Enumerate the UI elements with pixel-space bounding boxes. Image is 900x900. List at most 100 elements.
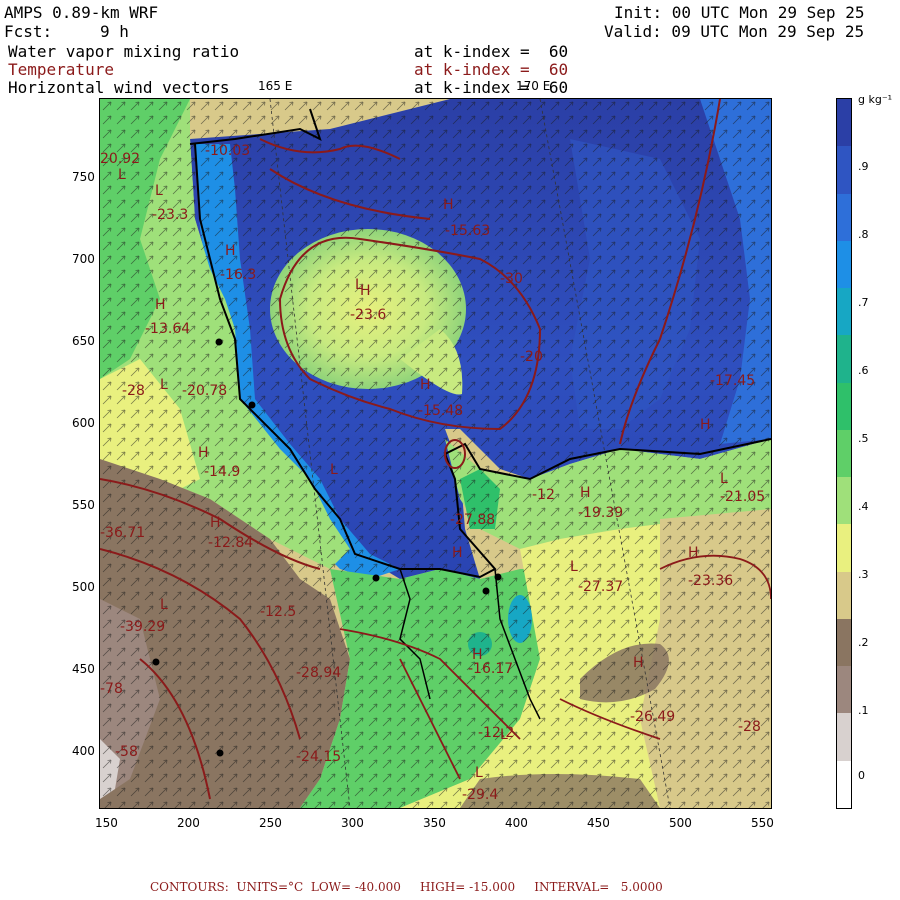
station-dot <box>216 749 224 757</box>
temperature-label: -24.15 <box>296 749 341 765</box>
temperature-label: -10.03 <box>205 143 250 159</box>
temperature-label: -16.3 <box>220 267 256 283</box>
field-name-mixing-ratio: Water vapor mixing ratio <box>8 42 240 61</box>
colorbar-label: .1 <box>858 704 869 717</box>
colorbar-label: .6 <box>858 364 869 377</box>
station-dot <box>372 574 380 582</box>
colorbar <box>836 98 852 809</box>
high-marker: H <box>700 417 711 433</box>
colorbar-swatch <box>837 193 851 242</box>
forecast-hour: 9 h <box>100 22 129 41</box>
high-marker: H <box>633 655 644 671</box>
temperature-label: -17.45 <box>710 373 755 389</box>
colorbar-swatch <box>837 335 851 384</box>
y-tick-600: 600 <box>72 416 95 430</box>
x-tick-150: 150 <box>95 816 118 830</box>
temperature-label: -28 <box>122 383 145 399</box>
temperature-label: -12.5 <box>260 604 296 620</box>
x-tick-250: 250 <box>259 816 282 830</box>
y-tick-750: 750 <box>72 170 95 184</box>
x-tick-300: 300 <box>341 816 364 830</box>
colorbar-swatch <box>837 240 851 289</box>
low-marker: L <box>330 462 338 478</box>
colorbar-swatch <box>837 382 851 431</box>
temperature-label: -20.78 <box>182 383 227 399</box>
y-tick-450: 450 <box>72 662 95 676</box>
colorbar-label: .2 <box>858 636 869 649</box>
low-marker: L <box>155 183 163 199</box>
station-dot <box>152 658 160 666</box>
high-marker: H <box>688 545 699 561</box>
temperature-label: -28.94 <box>296 665 341 681</box>
colorbar-swatch <box>837 99 851 147</box>
colorbar-swatch <box>837 760 851 809</box>
colorbar-label: .7 <box>858 296 869 309</box>
colorbar-label: 0 <box>858 769 865 782</box>
temperature-label: -26.49 <box>630 709 675 725</box>
x-tick-450: 450 <box>587 816 610 830</box>
temperature-label: -13.64 <box>145 321 190 337</box>
temperature-label: -12 <box>532 487 555 503</box>
field-level-mixing-ratio: at k-index = 60 <box>414 42 569 61</box>
init-time: Init: 00 UTC Mon 29 Sep 25 <box>614 3 865 22</box>
high-marker: H <box>472 647 483 663</box>
valid-time: Valid: 09 UTC Mon 29 Sep 25 <box>604 22 865 41</box>
temperature-label: -16.17 <box>468 661 513 677</box>
field-name-temperature: Temperature <box>8 60 114 79</box>
high-marker: H <box>225 243 236 259</box>
y-tick-550: 550 <box>72 498 95 512</box>
contour-legend: CONTOURS: UNITS=°C LOW= -40.000 HIGH= -1… <box>150 880 663 894</box>
temperature-label: -15.63 <box>445 223 490 239</box>
colorbar-label: .8 <box>858 228 869 241</box>
temperature-label: -19.39 <box>578 505 623 521</box>
x-tick-200: 200 <box>177 816 200 830</box>
station-dot <box>482 587 490 595</box>
colorbar-swatch <box>837 524 851 573</box>
high-marker: H <box>580 485 591 501</box>
model-title: AMPS 0.89-km WRF <box>4 3 159 22</box>
field-name-wind: Horizontal wind vectors <box>8 78 230 97</box>
station-dot <box>494 573 502 581</box>
temperature-label: -23.6 <box>350 307 386 323</box>
station-dot <box>215 338 223 346</box>
x-tick-400: 400 <box>505 816 528 830</box>
low-marker: L <box>118 167 126 183</box>
temperature-label: -27.88 <box>450 512 495 528</box>
low-marker: L <box>500 727 508 743</box>
map-svg: 20.92 -10.03 -23.3 -16.3 -13.64 -28 -20.78 -14.… <box>100 99 771 808</box>
temperature-label: -15.48 <box>418 403 463 419</box>
temperature-label: -58 <box>115 744 138 760</box>
x-tick-350: 350 <box>423 816 446 830</box>
temperature-label: -27.37 <box>578 579 623 595</box>
temperature-label: -36.71 <box>100 525 145 541</box>
colorbar-label: .9 <box>858 160 869 173</box>
temperature-label: -30 <box>500 271 523 287</box>
temperature-label: -20 <box>520 349 543 365</box>
x-tick-500: 500 <box>669 816 692 830</box>
low-marker: L <box>475 765 483 781</box>
colorbar-label: .4 <box>858 500 869 513</box>
colorbar-swatch <box>837 666 851 714</box>
colorbar-unit: g kg⁻¹ <box>858 93 893 106</box>
station-dot <box>248 401 256 409</box>
high-marker: H <box>198 445 209 461</box>
lon-label-170e: 170 E <box>516 79 551 93</box>
high-marker: H <box>443 197 454 213</box>
high-marker: H <box>452 545 463 561</box>
temperature-label: -14.9 <box>204 464 240 480</box>
temperature-label: -28 <box>738 719 761 735</box>
temperature-label: -78 <box>100 681 123 697</box>
colorbar-swatch <box>837 618 851 667</box>
temperature-label: -12.84 <box>208 535 253 551</box>
high-marker: H <box>155 297 166 313</box>
weather-map: 20.92 -10.03 -23.3 -16.3 -13.64 -28 -20.78 -14.… <box>99 98 772 809</box>
temperature-label: -29.4 <box>462 787 498 803</box>
colorbar-label: .3 <box>858 568 869 581</box>
temperature-label: -12.2 <box>478 725 514 741</box>
colorbar-swatch <box>837 288 851 336</box>
high-marker: H <box>210 515 221 531</box>
colorbar-swatch <box>837 713 851 762</box>
temperature-label: -39.29 <box>120 619 165 635</box>
high-marker: H <box>420 377 431 393</box>
colorbar-swatch <box>837 477 851 525</box>
